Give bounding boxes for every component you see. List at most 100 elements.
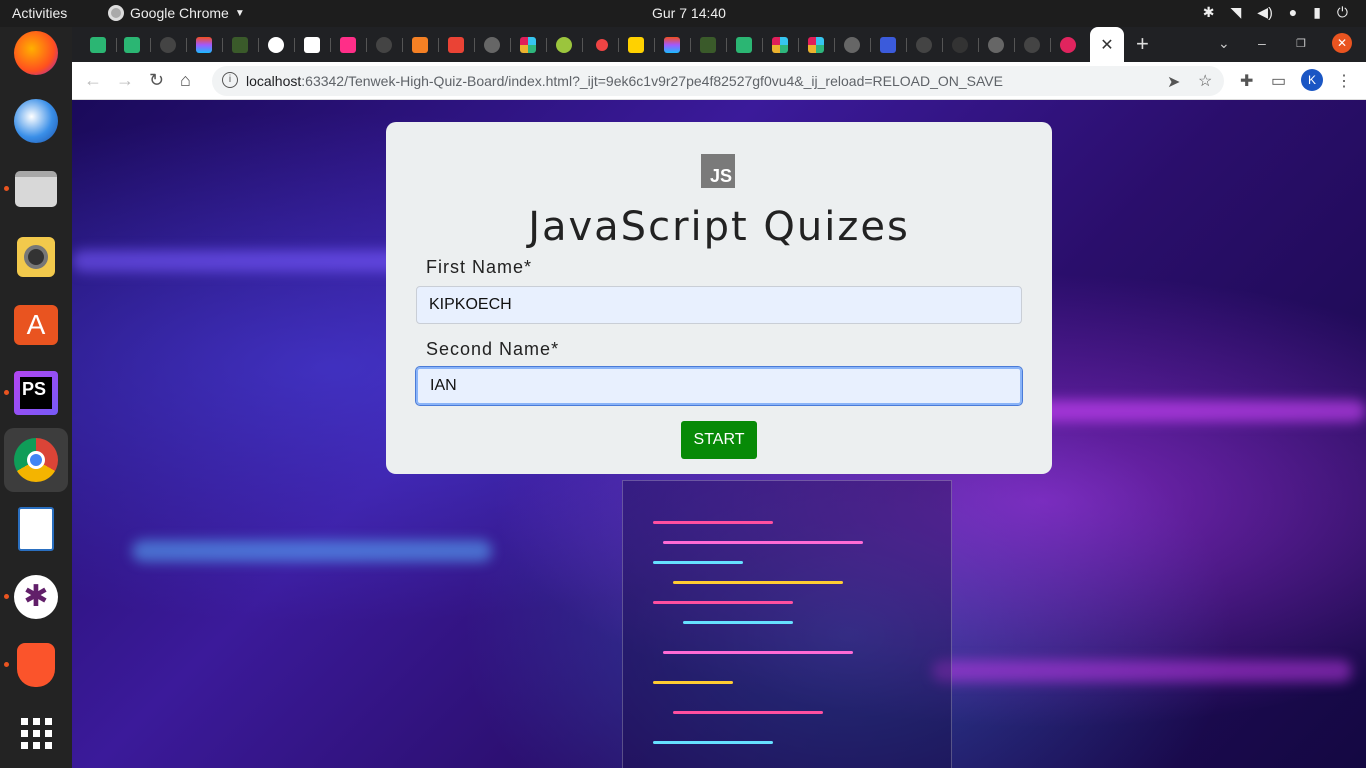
tab-favicon-slack-icon[interactable] (808, 37, 824, 53)
tab-favicon-wikipedia-icon[interactable] (304, 37, 320, 53)
tab-favicon-green-icon[interactable] (556, 37, 572, 53)
tab-favicon-github-icon[interactable] (916, 37, 932, 53)
tab-favicon-stackoverflow-icon[interactable] (412, 37, 428, 53)
running-indicator (4, 662, 9, 667)
cast-icon[interactable]: ▭ (1271, 71, 1286, 91)
thunderbird-launcher[interactable] (10, 95, 62, 147)
power-icon[interactable]: ⏻ (1337, 4, 1348, 21)
speaker-icon (17, 237, 55, 277)
software-launcher[interactable]: A (10, 299, 62, 351)
activities-button[interactable]: Activities (12, 5, 67, 21)
app-menu[interactable]: Google Chrome ▼ (108, 5, 245, 21)
tab-favicon-w-icon[interactable] (90, 37, 106, 53)
page-viewport: JS JavaScript Quizes First Name* Second … (72, 100, 1366, 768)
volume-icon[interactable]: ◀) (1257, 4, 1272, 21)
tab-search-button[interactable]: ⌄ (1218, 35, 1230, 52)
firefox-icon (14, 31, 58, 75)
microphone-icon[interactable]: ● (1289, 4, 1297, 21)
phpstorm-icon: PS (14, 371, 58, 415)
tab-strip: ✕ + ⌄ – ❐ ✕ (72, 27, 1366, 62)
tab-favicon-github-icon[interactable] (1024, 37, 1040, 53)
tab-favicon-w-icon[interactable] (124, 37, 140, 53)
chrome-icon (14, 438, 58, 482)
tab-favicon-plant-icon[interactable] (232, 37, 248, 53)
minimize-button[interactable]: – (1258, 35, 1266, 51)
tab-favicon-slack-icon[interactable] (772, 37, 788, 53)
clock[interactable]: Gur 7 14:40 (652, 5, 726, 21)
url-path: :63342/Tenwek-High-Quiz-Board/index.html… (301, 73, 1003, 89)
app-menu-label: Google Chrome (130, 5, 229, 21)
tab-favicon-globe-icon[interactable] (988, 37, 1004, 53)
second-name-label: Second Name* (426, 339, 560, 359)
back-button[interactable]: ← (84, 70, 102, 91)
js-logo-icon: JS (701, 154, 735, 188)
browser-toolbar: ← → ↻ ⌂ i localhost:63342/Tenwek-High-Qu… (72, 62, 1366, 100)
tab-favicon-miro-icon[interactable] (628, 37, 644, 53)
tab-favicon-pink-icon[interactable] (340, 37, 356, 53)
tab-favicon-figma-icon[interactable] (196, 37, 212, 53)
show-applications-button[interactable] (10, 707, 62, 759)
wifi-icon[interactable]: ◥ (1231, 4, 1242, 21)
slack-launcher[interactable]: ✱ (10, 571, 62, 623)
forward-button[interactable]: → (116, 70, 134, 91)
tab-favicon-media-icon[interactable] (1060, 37, 1076, 53)
rhythmbox-launcher[interactable] (10, 231, 62, 283)
tab-favicon-record-icon[interactable] (596, 39, 608, 51)
kebab-menu-icon[interactable]: ⋮ (1336, 71, 1352, 91)
tab-favicon-figma-icon[interactable] (664, 37, 680, 53)
running-indicator (4, 390, 9, 395)
slack-tray-icon[interactable]: ✱ (1203, 4, 1215, 21)
tab-favicon-github-icon[interactable] (376, 37, 392, 53)
close-tab-icon[interactable]: ✕ (1100, 35, 1113, 55)
brave-launcher[interactable] (10, 639, 62, 691)
writer-launcher[interactable] (10, 503, 62, 555)
start-button[interactable]: START (681, 421, 757, 459)
reload-button[interactable]: ↻ (149, 70, 164, 91)
document-icon (18, 507, 54, 551)
dock: A PS ✱ (0, 27, 72, 768)
files-launcher[interactable] (10, 163, 62, 215)
address-bar[interactable]: i localhost:63342/Tenwek-High-Quiz-Board… (212, 66, 1224, 96)
phpstorm-launcher[interactable]: PS (10, 367, 62, 419)
slack-icon: ✱ (14, 575, 58, 619)
background-decoration (932, 660, 1352, 682)
background-code-panel (622, 480, 952, 768)
url-text[interactable]: localhost:63342/Tenwek-High-Quiz-Board/i… (246, 73, 1003, 89)
url-host: localhost (246, 73, 302, 89)
chevron-down-icon: ▼ (234, 7, 245, 19)
firefox-launcher[interactable] (10, 27, 62, 79)
home-button[interactable]: ⌂ (180, 70, 191, 91)
running-indicator (4, 594, 9, 599)
tab-favicon-globe-icon[interactable] (844, 37, 860, 53)
send-icon[interactable]: ➤ (1167, 72, 1180, 92)
second-name-field[interactable] (415, 366, 1023, 406)
info-icon[interactable]: i (222, 72, 238, 88)
tab-favicon-github-icon[interactable] (160, 37, 176, 53)
first-name-label: First Name* (426, 257, 533, 277)
system-top-bar: Activities Google Chrome ▼ Gur 7 14:40 ✱… (0, 0, 1366, 27)
tab-favicon-gmail-icon[interactable] (448, 37, 464, 53)
system-tray[interactable]: ✱ ◥ ◀) ● ▮ ⏻ (1203, 4, 1348, 21)
close-window-button[interactable]: ✕ (1332, 33, 1352, 53)
running-indicator (4, 186, 9, 191)
battery-icon[interactable]: ▮ (1313, 4, 1321, 21)
new-tab-button[interactable]: + (1136, 31, 1149, 57)
profile-avatar[interactable]: K (1301, 69, 1323, 91)
tab-favicon-globe-icon[interactable] (484, 37, 500, 53)
maximize-button[interactable]: ❐ (1296, 37, 1306, 50)
brave-lion-icon (17, 643, 55, 687)
folder-icon (15, 171, 57, 207)
thunderbird-icon (14, 99, 58, 143)
tab-favicon-w-icon[interactable] (736, 37, 752, 53)
bookmark-star-icon[interactable]: ☆ (1198, 71, 1212, 91)
tab-favicon-slack-icon[interactable] (520, 37, 536, 53)
tab-favicon-loading-icon[interactable] (952, 37, 968, 53)
first-name-field[interactable] (416, 286, 1022, 324)
extensions-puzzle-icon[interactable]: ✚ (1240, 71, 1253, 91)
tab-favicon-flag-icon[interactable] (880, 37, 896, 53)
active-tab[interactable]: ✕ (1090, 27, 1124, 62)
chrome-launcher[interactable] (4, 428, 68, 492)
tab-favicon-google-icon[interactable] (268, 37, 284, 53)
tab-favicon-plant-icon[interactable] (700, 37, 716, 53)
background-decoration (132, 540, 492, 562)
